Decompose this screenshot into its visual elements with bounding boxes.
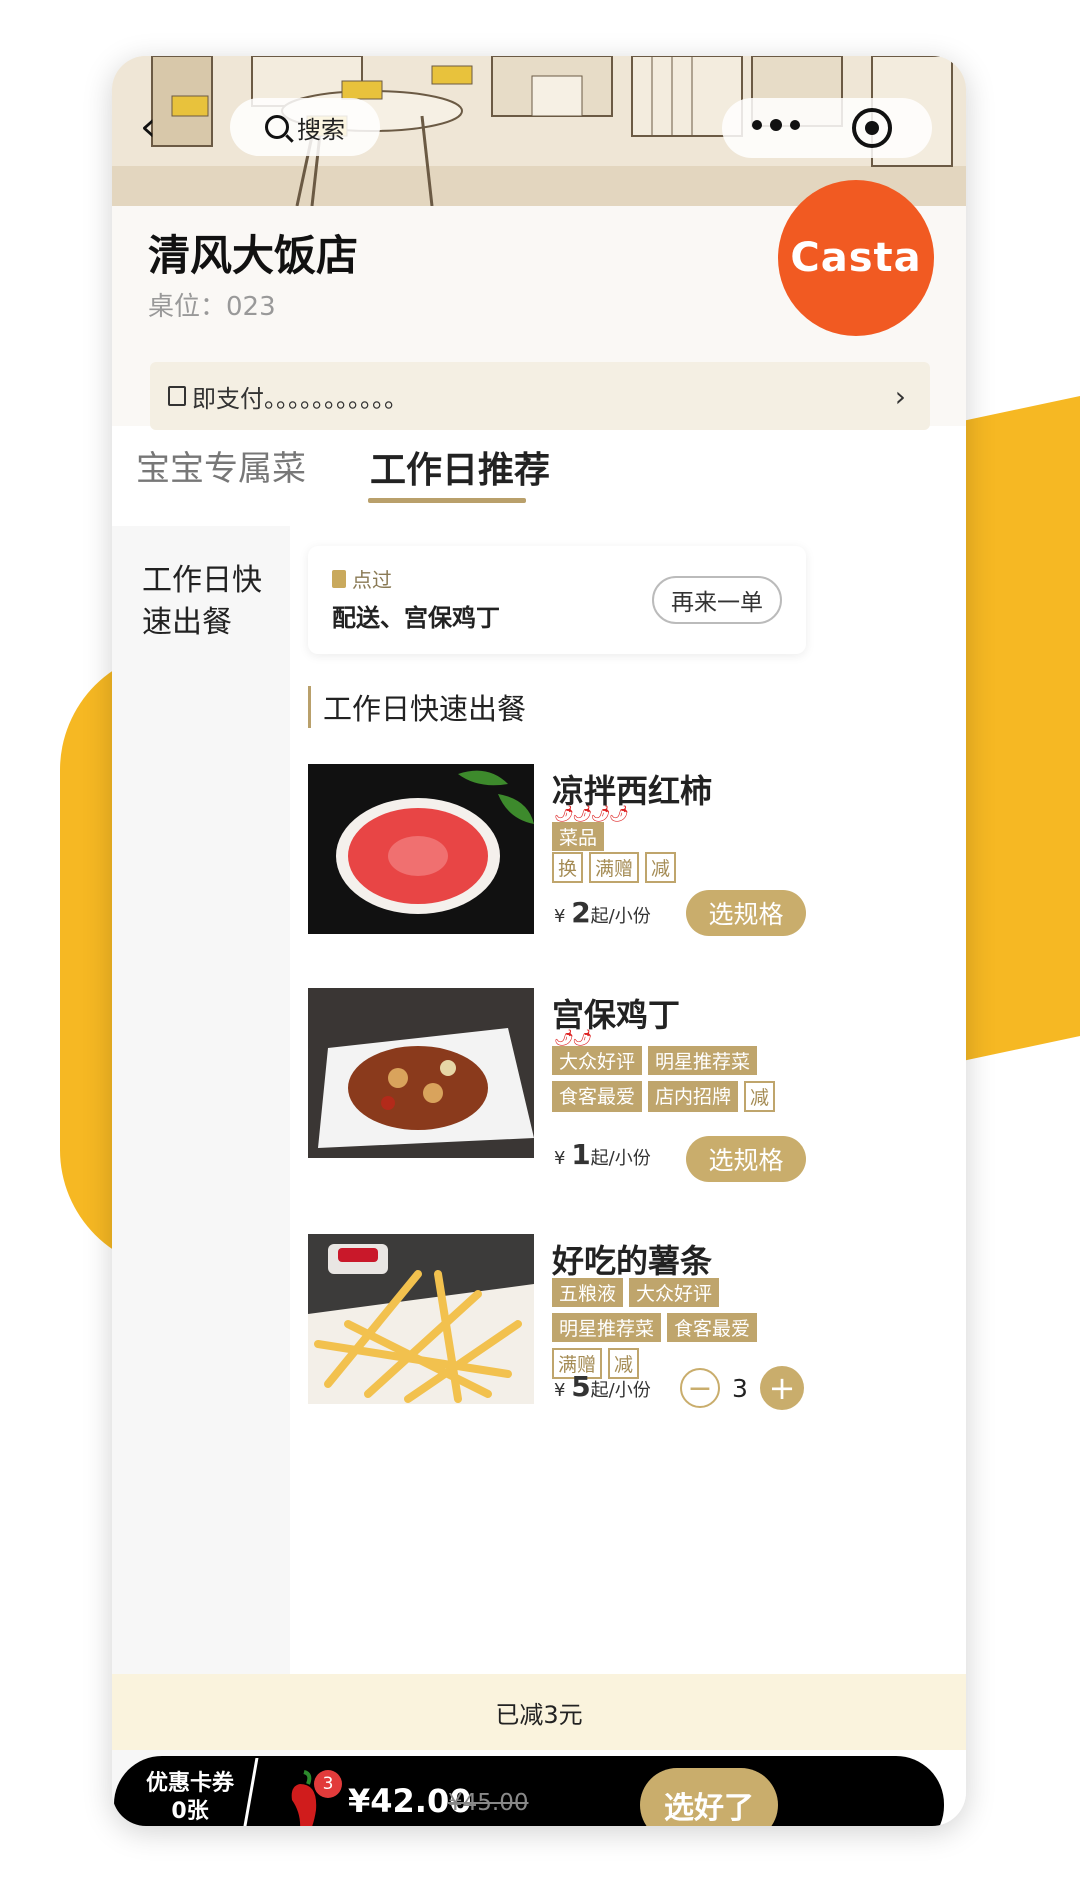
category-title: 工作日快速出餐 — [308, 686, 526, 728]
dish-tag: 菜品 — [552, 822, 605, 851]
phone-screen: ‹ 搜索 清风大饭店 桌位：023 Casta 即支付。。。。。。。。。。。 ›… — [112, 56, 966, 1826]
store-logo: Casta — [778, 180, 934, 336]
choose-spec-button[interactable]: 选规格 — [686, 1136, 806, 1182]
quantity-value: 3 — [732, 1373, 748, 1403]
dish-tag: 明星推荐菜 — [552, 1313, 662, 1342]
dish-tag: 大众好评 — [629, 1278, 720, 1307]
decrease-button[interactable]: − — [680, 1368, 720, 1408]
dish-list: 点过 配送、宫保鸡丁 再来一单 工作日快速出餐 凉拌西红柿 🌶🌶🌶🌶 菜品 换 … — [290, 526, 966, 1826]
dish-tags: 大众好评 明星推荐菜 食客最爱 店内招牌 减 — [552, 1046, 782, 1112]
store-name: 清风大饭店 — [148, 231, 359, 280]
dish-tags: 五粮液 大众好评 明星推荐菜 食客最爱 满赠 减 — [552, 1278, 782, 1379]
sidebar-item-quick-meal[interactable]: 工作日快速出餐 — [142, 560, 272, 644]
dish-card[interactable]: 宫保鸡丁 🌶🌶 大众好评 明星推荐菜 食客最爱 店内招牌 减 ¥ 1起/小份 选… — [308, 988, 948, 1182]
dish-price: ¥ 5起/小份 — [554, 1370, 651, 1403]
cart-count-badge: 3 — [314, 1770, 342, 1798]
currency-symbol: ¥ — [554, 1380, 566, 1401]
tab-active-indicator — [368, 498, 526, 503]
dish-tag: 明星推荐菜 — [648, 1046, 758, 1075]
price-unit: 起/小份 — [590, 906, 651, 927]
dish-price: ¥ 2起/小份 — [554, 896, 651, 929]
checkout-button[interactable]: 选好了 — [640, 1768, 778, 1826]
tab-baby-menu[interactable]: 宝宝专属菜 — [136, 441, 306, 490]
dish-tag: 五粮液 — [552, 1278, 624, 1307]
history-tag: 点过 — [332, 564, 392, 593]
reorder-button[interactable]: 再来一单 — [652, 576, 782, 624]
receipt-icon — [332, 569, 346, 588]
dish-image-kungpao — [308, 988, 534, 1158]
history-tag-label: 点过 — [352, 568, 392, 592]
chili-icon: 🌶🌶 — [554, 1028, 593, 1047]
dish-image-tomato — [308, 764, 534, 934]
promo-tag: 满赠 — [589, 852, 640, 883]
dish-tag: 食客最爱 — [667, 1313, 758, 1342]
search-label: 搜索 — [297, 115, 345, 144]
notice-bar[interactable]: 即支付。。。。。。。。。。。 › — [150, 362, 930, 430]
chili-icon: 🌶🌶🌶🌶 — [554, 804, 629, 823]
dish-tag: 食客最爱 — [552, 1081, 643, 1112]
price-value: 5 — [571, 1370, 591, 1403]
tab-workday-recommend[interactable]: 工作日推荐 — [370, 441, 550, 493]
currency-symbol: ¥ — [554, 1148, 566, 1169]
chevron-right-icon: › — [894, 380, 906, 413]
dish-tag: 大众好评 — [552, 1046, 643, 1075]
price-unit: 起/小份 — [590, 1380, 651, 1401]
more-dots-icon[interactable] — [752, 119, 800, 131]
search-button[interactable]: 搜索 — [230, 98, 380, 156]
dish-tags: 菜品 — [552, 822, 782, 851]
order-history-card: 点过 配送、宫保鸡丁 再来一单 — [308, 546, 806, 654]
price-value: 1 — [571, 1138, 591, 1171]
increase-button[interactable]: + — [760, 1366, 804, 1410]
coupon-label: 优惠卡券 — [145, 1771, 234, 1796]
cart-bar: 优惠卡券 0张 3 ¥42.00 ¥45.00 选好了 — [114, 1756, 944, 1826]
price-unit: 起/小份 — [590, 1148, 651, 1169]
dish-card[interactable]: 好吃的薯条 五粮液 大众好评 明星推荐菜 食客最爱 满赠 减 ¥ 5起/小份 −… — [308, 1234, 948, 1410]
cart-original-price: ¥45.00 — [448, 1790, 529, 1816]
cart-divider — [238, 1758, 259, 1826]
search-icon — [265, 115, 289, 139]
notice-text: 即支付。。。。。。。。。。。 — [192, 384, 408, 413]
back-chevron-icon[interactable]: ‹ — [140, 104, 156, 150]
dish-promo-tags: 换 满赠 减 — [552, 852, 782, 883]
currency-symbol: ¥ — [554, 906, 566, 927]
dish-image-fries — [308, 1234, 534, 1404]
coupon-count: 0张 — [171, 1799, 209, 1824]
promo-tag: 换 — [552, 852, 584, 883]
table-number: 桌位：023 — [148, 292, 276, 322]
dish-price: ¥ 1起/小份 — [554, 1138, 651, 1171]
promo-tag: 减 — [645, 852, 677, 883]
mini-program-capsule — [722, 98, 932, 158]
discount-bar: 已减3元 — [112, 1674, 966, 1750]
dish-name: 好吃的薯条 — [552, 1242, 713, 1280]
choose-spec-button[interactable]: 选规格 — [686, 890, 806, 936]
promo-tag: 减 — [744, 1081, 776, 1112]
category-tabs: 宝宝专属菜 工作日推荐 — [112, 441, 966, 521]
dish-tag: 店内招牌 — [648, 1081, 739, 1112]
coupon-button[interactable]: 优惠卡券 0张 — [140, 1770, 240, 1826]
target-circle-icon[interactable] — [852, 108, 892, 148]
price-value: 2 — [571, 896, 591, 929]
dish-card[interactable]: 凉拌西红柿 🌶🌶🌶🌶 菜品 换 满赠 减 ¥ 2起/小份 选规格 — [308, 764, 948, 944]
history-items: 配送、宫保鸡丁 — [332, 604, 500, 632]
quantity-stepper: − 3 + — [680, 1366, 804, 1410]
speaker-icon — [168, 386, 186, 406]
category-sidebar: 工作日快速出餐 — [112, 526, 290, 1826]
